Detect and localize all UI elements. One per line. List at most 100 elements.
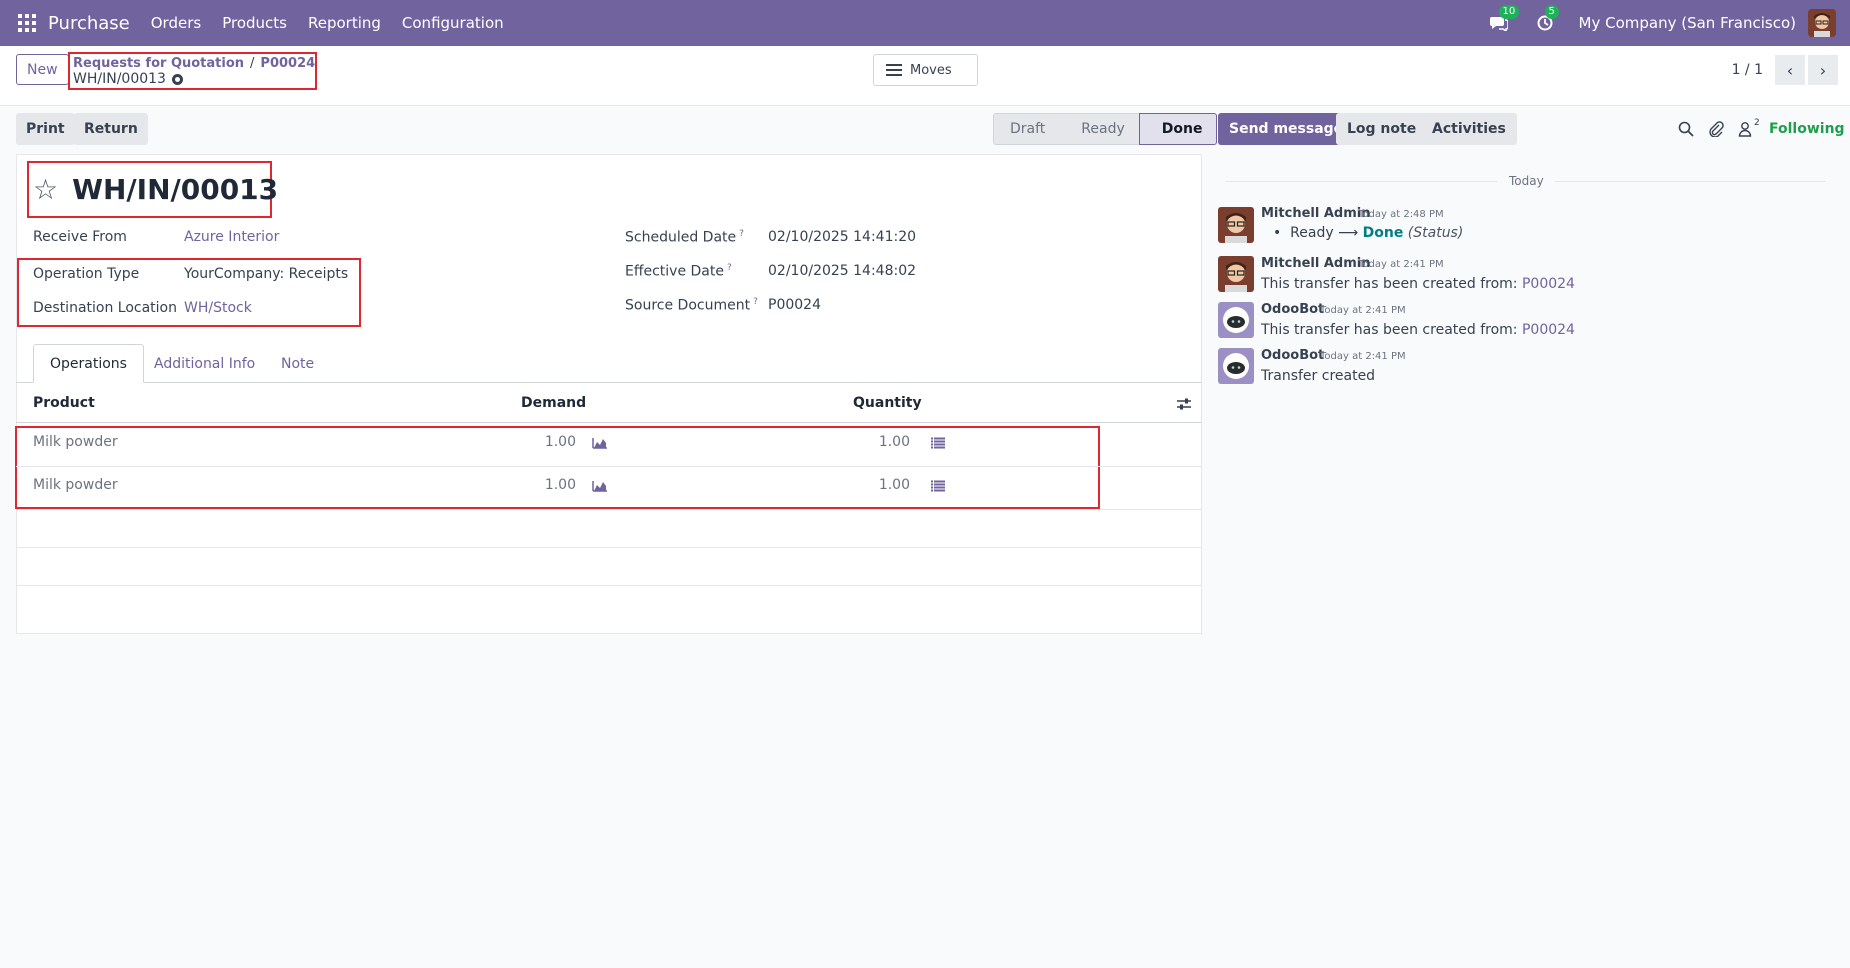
top-navbar: Purchase Orders Products Reporting Confi… — [0, 0, 1850, 46]
odoobot-avatar[interactable] — [1218, 348, 1254, 384]
column-quantity[interactable]: Quantity — [853, 395, 922, 411]
message-body: This transfer has been created from: P00… — [1261, 322, 1575, 338]
tracking-field: (Status) — [1407, 225, 1464, 241]
activities-clock-icon[interactable]: 5 — [1533, 5, 1559, 35]
apps-menu-icon[interactable] — [18, 14, 36, 32]
source-link[interactable]: P00024 — [1522, 276, 1575, 292]
form-sheet — [16, 154, 1202, 634]
row-divider — [16, 585, 1202, 586]
message-author[interactable]: OdooBot — [1261, 348, 1324, 363]
menu-configuration[interactable]: Configuration — [402, 14, 504, 32]
pager: 1 / 1 ‹ › — [1732, 54, 1850, 86]
message-author[interactable]: Mitchell Admin — [1261, 206, 1370, 221]
message-author[interactable]: OdooBot — [1261, 302, 1324, 317]
tab-note[interactable]: Note — [265, 344, 330, 383]
activities-badge: 5 — [1544, 5, 1559, 19]
message-date: Today at 2:41 PM — [1358, 259, 1444, 270]
help-icon[interactable]: ? — [753, 297, 758, 307]
effective-date-label: Effective Date? — [625, 263, 732, 280]
pager-value[interactable]: 1 / 1 — [1732, 62, 1763, 78]
moves-label: Moves — [910, 62, 952, 78]
app-name[interactable]: Purchase — [48, 13, 130, 34]
product-cell[interactable]: Milk powder — [33, 477, 118, 493]
row-divider — [16, 509, 1202, 510]
tracking-value: • Ready ⟶ Done (Status) — [1273, 225, 1464, 241]
chevron-left-icon[interactable]: ‹ — [1775, 55, 1805, 85]
stage-ready[interactable]: Ready — [1059, 113, 1139, 145]
source-link[interactable]: P00024 — [1522, 322, 1575, 338]
tab-operations[interactable]: Operations — [33, 344, 144, 383]
column-demand[interactable]: Demand — [521, 395, 586, 411]
send-message-button[interactable]: Send message — [1218, 113, 1355, 145]
row-divider — [16, 547, 1202, 548]
row-divider — [16, 466, 1202, 467]
stage-draft[interactable]: Draft — [993, 113, 1060, 145]
tab-additional-info[interactable]: Additional Info — [138, 344, 271, 383]
scheduled-date-label: Scheduled Date? — [625, 229, 744, 246]
menu-orders[interactable]: Orders — [151, 14, 201, 32]
return-button[interactable]: Return — [74, 113, 148, 145]
table-header-divider — [16, 422, 1202, 423]
followers-icon[interactable] — [1737, 121, 1753, 137]
source-document-value: P00024 — [768, 297, 821, 313]
menu-products[interactable]: Products — [222, 14, 287, 32]
new-button[interactable]: New — [16, 54, 69, 85]
quantity-cell[interactable]: 1.00 — [853, 434, 910, 450]
paperclip-icon[interactable] — [1708, 121, 1724, 137]
receive-from-value[interactable]: Azure Interior — [184, 229, 279, 245]
product-cell[interactable]: Milk powder — [33, 434, 118, 450]
destination-value[interactable]: WH/Stock — [184, 300, 252, 316]
message-date: Today at 2:41 PM — [1320, 351, 1406, 362]
breadcrumb-po[interactable]: P00024 — [260, 56, 315, 71]
followers-count: 2 — [1754, 118, 1760, 128]
date-divider-left — [1225, 181, 1497, 182]
stage-done[interactable]: Done — [1138, 113, 1218, 145]
activities-button[interactable]: Activities — [1421, 113, 1517, 145]
log-note-button[interactable]: Log note — [1336, 113, 1428, 145]
control-panel: New Requests for Quotation / P00024 WH/IN/… — [0, 46, 1850, 106]
star-icon[interactable]: ☆ — [33, 173, 58, 206]
forecast-chart-icon[interactable] — [592, 437, 607, 449]
list-icon — [886, 64, 902, 76]
operation-type-label: Operation Type — [33, 266, 140, 282]
following-button[interactable]: Following — [1769, 121, 1845, 137]
messages-icon[interactable]: 10 — [1487, 5, 1520, 35]
effective-date-value: 02/10/2025 14:48:02 — [768, 263, 917, 279]
demand-cell[interactable]: 1.00 — [520, 477, 576, 493]
scheduled-date-value: 02/10/2025 14:41:20 — [768, 229, 917, 245]
moves-smart-button[interactable]: Moves — [873, 54, 978, 86]
breadcrumb: Requests for Quotation / P00024 WH/IN/0001… — [68, 52, 317, 90]
column-product[interactable]: Product — [33, 395, 95, 411]
arrow-right-icon: ⟶ — [1338, 225, 1359, 241]
message-body: Transfer created — [1261, 368, 1376, 384]
odoobot-avatar[interactable] — [1218, 302, 1254, 338]
record-title-box: ☆ WH/IN/00013 — [27, 161, 278, 218]
breadcrumb-current: WH/IN/00013 — [73, 71, 166, 87]
gear-icon[interactable] — [171, 73, 183, 85]
company-switcher[interactable]: My Company (San Francisco) — [1579, 14, 1796, 32]
detailed-operations-icon[interactable] — [931, 480, 945, 492]
menu-reporting[interactable]: Reporting — [308, 14, 381, 32]
source-document-label: Source Document? — [625, 297, 758, 314]
help-icon[interactable]: ? — [739, 229, 744, 239]
forecast-chart-icon[interactable] — [592, 480, 607, 492]
new-value: Done — [1362, 225, 1404, 241]
detailed-operations-icon[interactable] — [931, 437, 945, 449]
messages-badge: 10 — [1498, 5, 1520, 19]
breadcrumb-rfq[interactable]: Requests for Quotation — [73, 56, 244, 71]
message-author[interactable]: Mitchell Admin — [1261, 256, 1370, 271]
help-icon[interactable]: ? — [727, 263, 732, 273]
old-value: Ready — [1290, 225, 1334, 241]
operation-type-value[interactable]: YourCompany: Receipts — [184, 266, 348, 282]
chevron-right-icon[interactable]: › — [1808, 55, 1838, 85]
demand-cell[interactable]: 1.00 — [520, 434, 576, 450]
avatar[interactable] — [1218, 207, 1254, 243]
search-icon[interactable] — [1678, 121, 1694, 137]
optional-columns-icon[interactable] — [1176, 397, 1192, 411]
quantity-cell[interactable]: 1.00 — [853, 477, 910, 493]
avatar[interactable] — [1218, 256, 1254, 292]
date-separator: Today — [1509, 174, 1544, 188]
print-button[interactable]: Print — [16, 113, 75, 145]
user-avatar[interactable] — [1808, 9, 1836, 37]
receive-from-label: Receive From — [33, 229, 127, 245]
